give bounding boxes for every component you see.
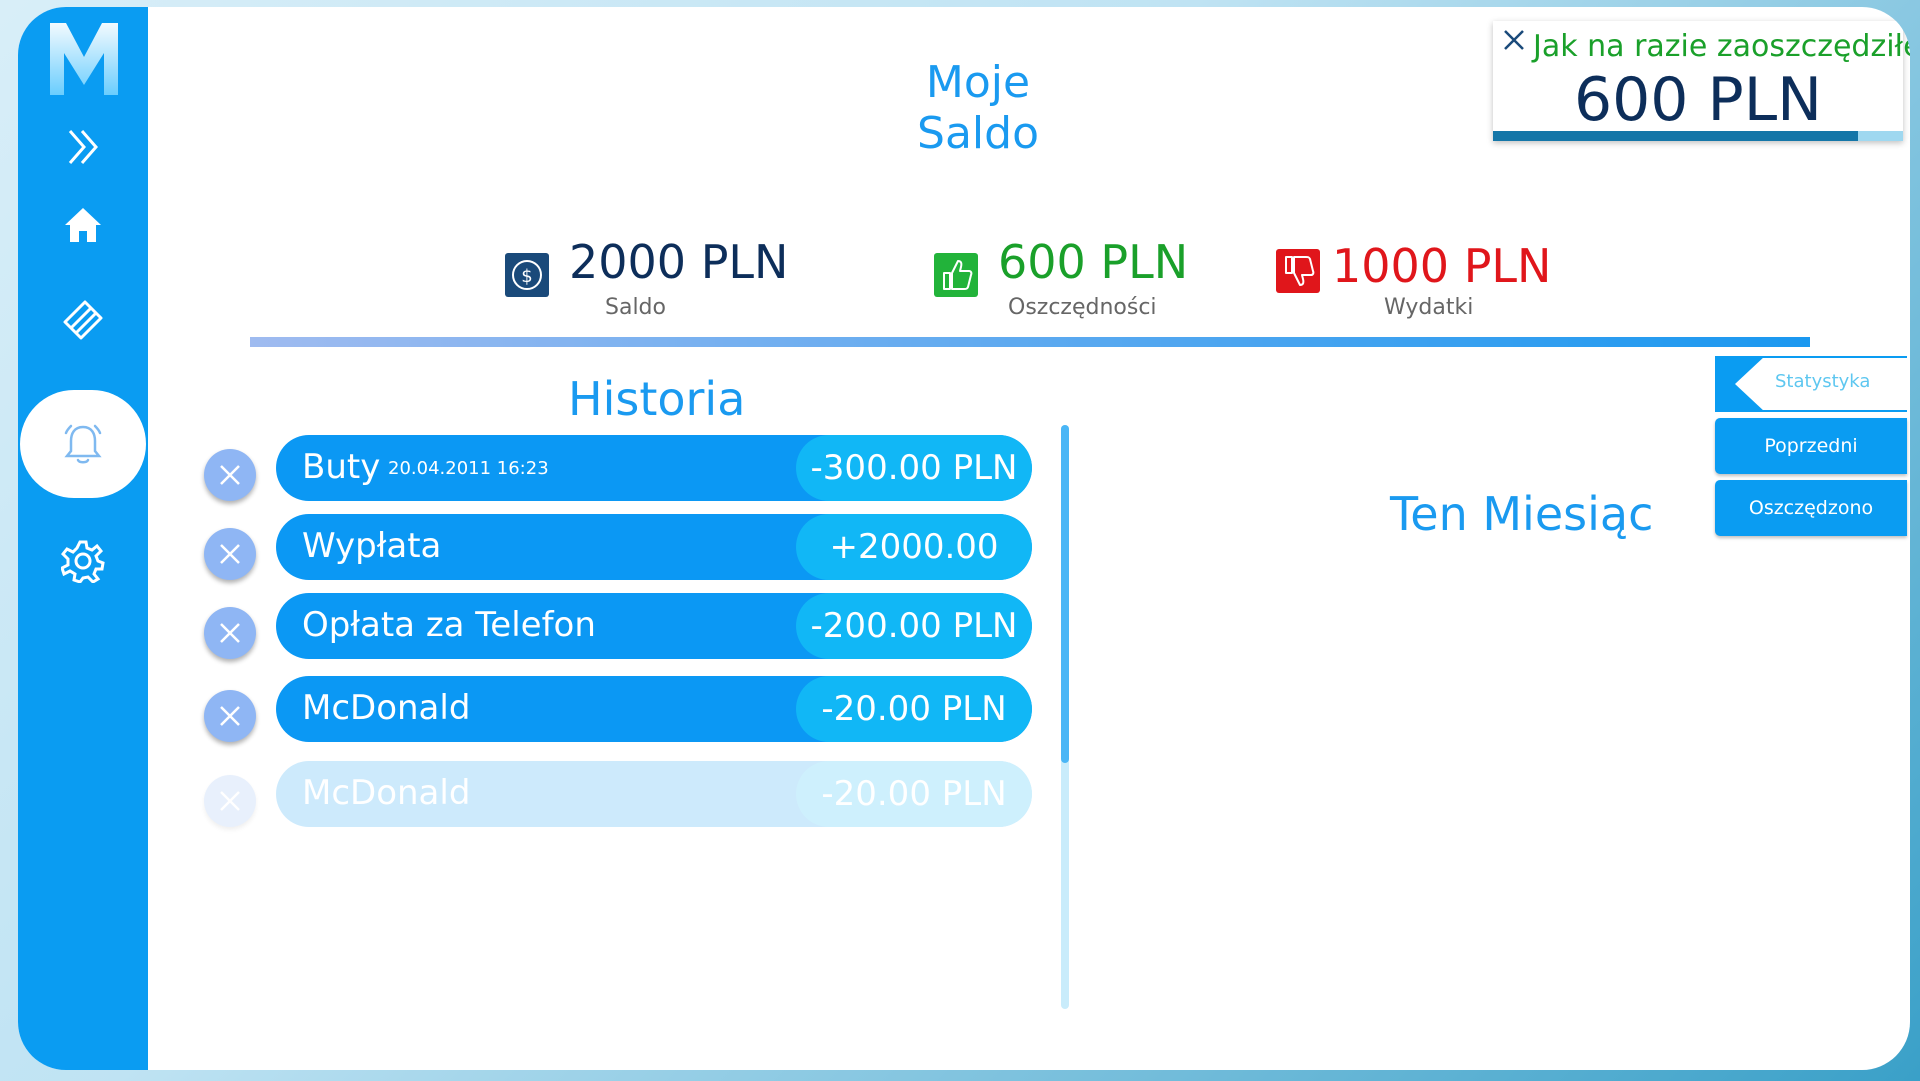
tab-poprzedni[interactable]: Poprzedni bbox=[1715, 418, 1907, 474]
savings-label: Oszczędności bbox=[1008, 295, 1157, 320]
home-button[interactable] bbox=[18, 185, 148, 265]
history-item-name: Buty bbox=[302, 447, 381, 487]
delete-button[interactable] bbox=[204, 528, 256, 580]
app-logo bbox=[50, 23, 118, 95]
close-icon bbox=[220, 791, 240, 811]
expand-button[interactable] bbox=[18, 107, 148, 187]
notification-message: Jak na razie zaoszczędziłeś: bbox=[1533, 29, 1910, 64]
notifications-button[interactable] bbox=[20, 390, 146, 498]
expenses-label: Wydatki bbox=[1384, 295, 1474, 320]
notification-progress-track bbox=[1858, 131, 1903, 141]
close-icon bbox=[220, 706, 240, 726]
history-row[interactable]: McDonald -20.00 PLN bbox=[276, 676, 1032, 742]
tab-statystyka[interactable]: Statystyka bbox=[1715, 356, 1907, 412]
cards-icon bbox=[63, 300, 103, 340]
savings-value: 600 PLN bbox=[998, 235, 1189, 289]
cards-button[interactable] bbox=[18, 280, 148, 360]
notification-amount: 600 PLN bbox=[1573, 65, 1823, 135]
sidebar bbox=[18, 7, 148, 1070]
saldo-value: 2000 PLN bbox=[569, 235, 789, 289]
home-icon bbox=[65, 208, 101, 242]
expenses-value: 1000 PLN bbox=[1332, 239, 1552, 293]
panel-title: Ten Miesiąc bbox=[1390, 487, 1654, 541]
page-title: Moje Saldo bbox=[917, 57, 1039, 159]
history-row[interactable]: Buty 20.04.2011 16:23 -300.00 PLN bbox=[276, 435, 1032, 501]
history-item-amount: -200.00 PLN bbox=[796, 593, 1032, 659]
settings-button[interactable] bbox=[18, 521, 148, 601]
scrollbar-thumb[interactable] bbox=[1061, 425, 1069, 763]
tab-statystyka-label: Statystyka bbox=[1775, 371, 1871, 392]
savings-notification: Jak na razie zaoszczędziłeś: 600 PLN bbox=[1493, 21, 1910, 141]
delete-button[interactable] bbox=[204, 607, 256, 659]
history-title: Historia bbox=[568, 372, 746, 426]
close-icon bbox=[220, 623, 240, 643]
history-item-amount: -20.00 PLN bbox=[796, 676, 1032, 742]
gear-icon bbox=[61, 540, 105, 583]
bell-icon bbox=[64, 424, 102, 464]
history-item-name: Opłata za Telefon bbox=[302, 605, 596, 645]
dollar-icon: $ bbox=[505, 253, 549, 297]
history-item-name: Wypłata bbox=[302, 526, 442, 566]
notification-progress bbox=[1493, 131, 1858, 141]
history-row[interactable]: Wypłata +2000.00 PLN bbox=[276, 514, 1032, 580]
history-row[interactable]: McDonald -20.00 PLN bbox=[276, 761, 1032, 827]
app-window: Moje Saldo Jak na razie zaoszczędziłeś: … bbox=[18, 7, 1910, 1070]
history-row[interactable]: Opłata za Telefon -200.00 PLN bbox=[276, 593, 1032, 659]
delete-button[interactable] bbox=[204, 775, 256, 827]
thumbs-up-icon bbox=[934, 253, 978, 297]
tab-oszczedzono[interactable]: Oszczędzono bbox=[1715, 480, 1907, 536]
close-icon[interactable] bbox=[1499, 25, 1529, 55]
history-item-name: McDonald bbox=[302, 688, 471, 728]
history-item-amount: +2000.00 PLN bbox=[796, 514, 1032, 580]
close-icon bbox=[220, 544, 240, 564]
history-item-date: 20.04.2011 16:23 bbox=[388, 458, 549, 479]
history-item-name: McDonald bbox=[302, 773, 471, 813]
close-icon bbox=[220, 465, 240, 485]
delete-button[interactable] bbox=[204, 449, 256, 501]
divider bbox=[250, 337, 1810, 347]
history-scrollbar[interactable] bbox=[1061, 425, 1069, 1009]
history-item-amount: -300.00 PLN bbox=[796, 435, 1032, 501]
saldo-label: Saldo bbox=[605, 295, 666, 320]
thumbs-down-icon bbox=[1276, 249, 1320, 293]
svg-text:$: $ bbox=[521, 266, 532, 287]
history-item-amount: -20.00 PLN bbox=[796, 761, 1032, 827]
delete-button[interactable] bbox=[204, 690, 256, 742]
expand-icon bbox=[68, 130, 98, 164]
